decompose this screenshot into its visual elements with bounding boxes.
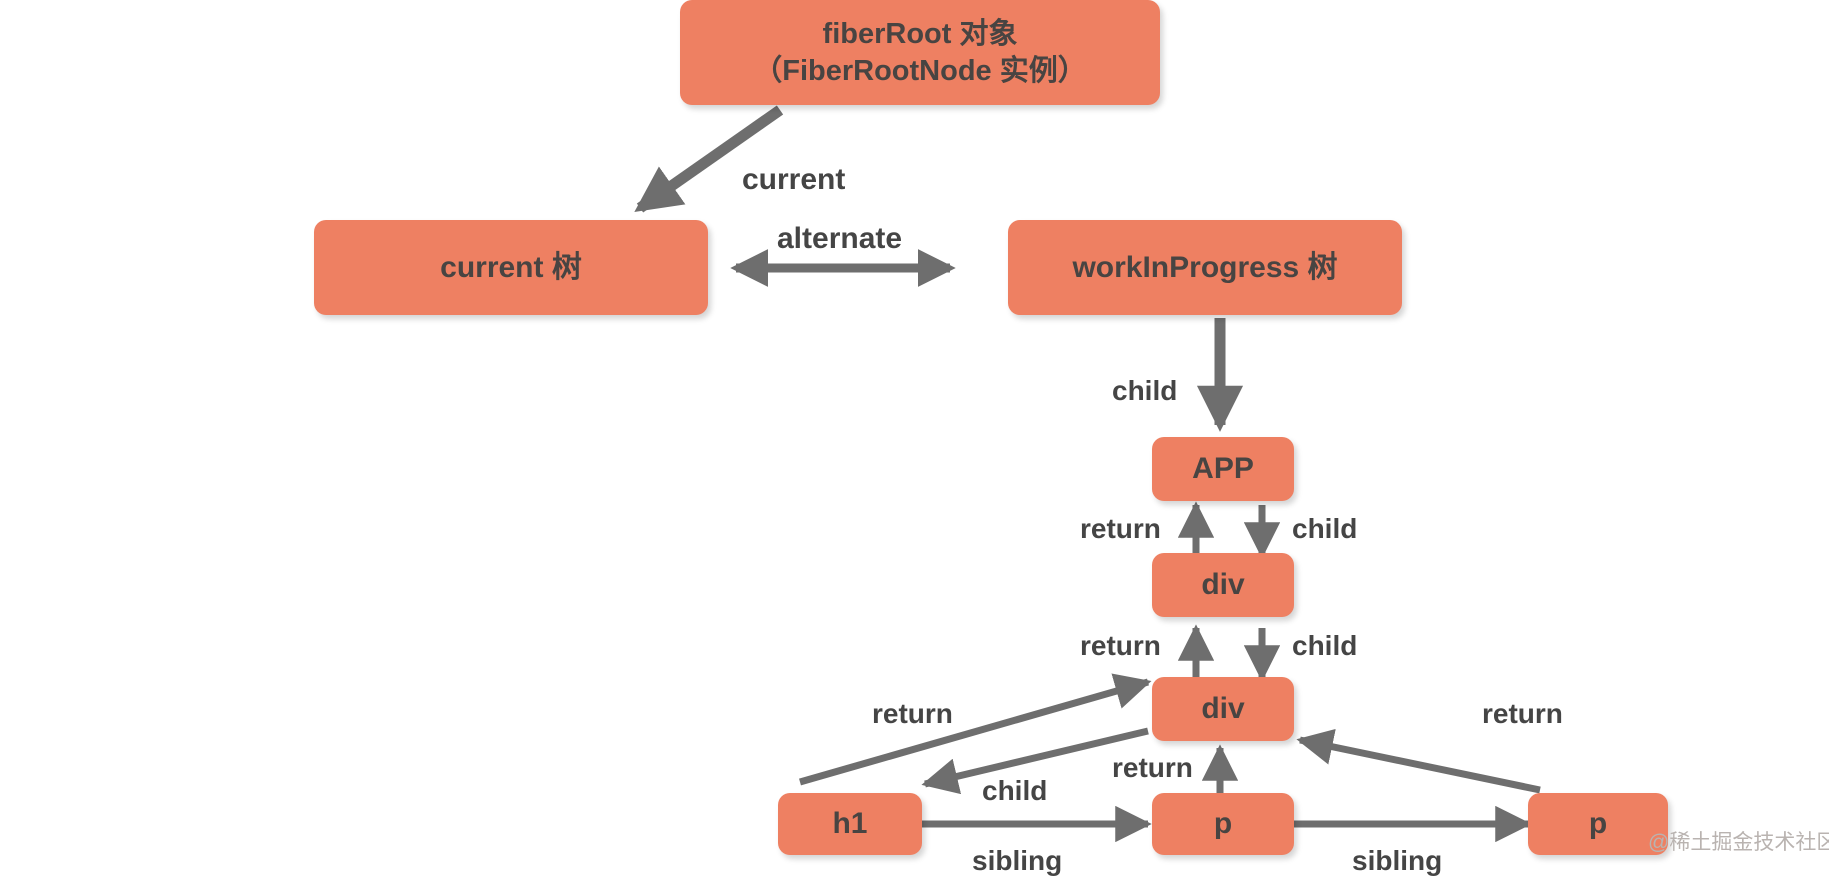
watermark: @稀土掘金技术社区 [1648, 831, 1829, 854]
edge-label-return-p1-div2: return [1112, 752, 1193, 783]
edge-label-child-div1-div2: child [1292, 630, 1358, 661]
node-workinprogress-tree[interactable]: workInProgress 树 [1008, 220, 1402, 315]
node-current-tree[interactable]: current 树 [314, 220, 708, 315]
node-div-1-label: div [1201, 568, 1245, 602]
node-p-2[interactable]: p [1528, 793, 1668, 855]
diagram-edges [634, 105, 1541, 843]
edge-label-return-div1-app: return [1080, 513, 1161, 544]
edge-label-sibling-p1-p2: sibling [1352, 845, 1443, 876]
diagram-canvas: fiberRoot 对象 （FiberRootNode 实例） current … [0, 0, 1829, 878]
edge-label-return-p2-div2: return [1482, 698, 1563, 729]
node-h1[interactable]: h1 [778, 793, 922, 855]
edge-label-child-div2-h1: child [982, 775, 1048, 806]
node-div-2[interactable]: div [1152, 677, 1294, 741]
edge-label-current: current [742, 163, 846, 196]
node-div-2-label: div [1201, 692, 1245, 726]
edge-label-return-div2-div1: return [1080, 630, 1161, 661]
node-fiber-root-line1: fiberRoot 对象 [822, 18, 1018, 51]
node-app-label: APP [1192, 452, 1254, 486]
node-app[interactable]: APP [1152, 437, 1294, 501]
node-current-tree-label: current 树 [440, 250, 582, 284]
node-fiber-root[interactable]: fiberRoot 对象 （FiberRootNode 实例） [680, 0, 1160, 105]
edge-label-alternate: alternate [777, 222, 903, 255]
edge-return-h1-div2 [799, 673, 1152, 786]
node-p-1[interactable]: p [1152, 793, 1294, 855]
edge-label-child-app-div1: child [1292, 513, 1358, 544]
node-workinprogress-tree-label: workInProgress 树 [1072, 250, 1338, 284]
edge-label-return-h1-div2: return [872, 698, 953, 729]
edge-return-p2-div2 [1296, 728, 1541, 794]
edge-label-sibling-h1-p1: sibling [972, 845, 1063, 876]
node-p-1-label: p [1213, 807, 1233, 841]
node-p-2-label: p [1588, 807, 1608, 841]
node-h1-label: h1 [832, 807, 868, 841]
node-fiber-root-line2: （FiberRootNode 实例） [753, 54, 1087, 87]
edge-label-child-wip-app: child [1112, 375, 1178, 406]
node-div-1[interactable]: div [1152, 553, 1294, 617]
